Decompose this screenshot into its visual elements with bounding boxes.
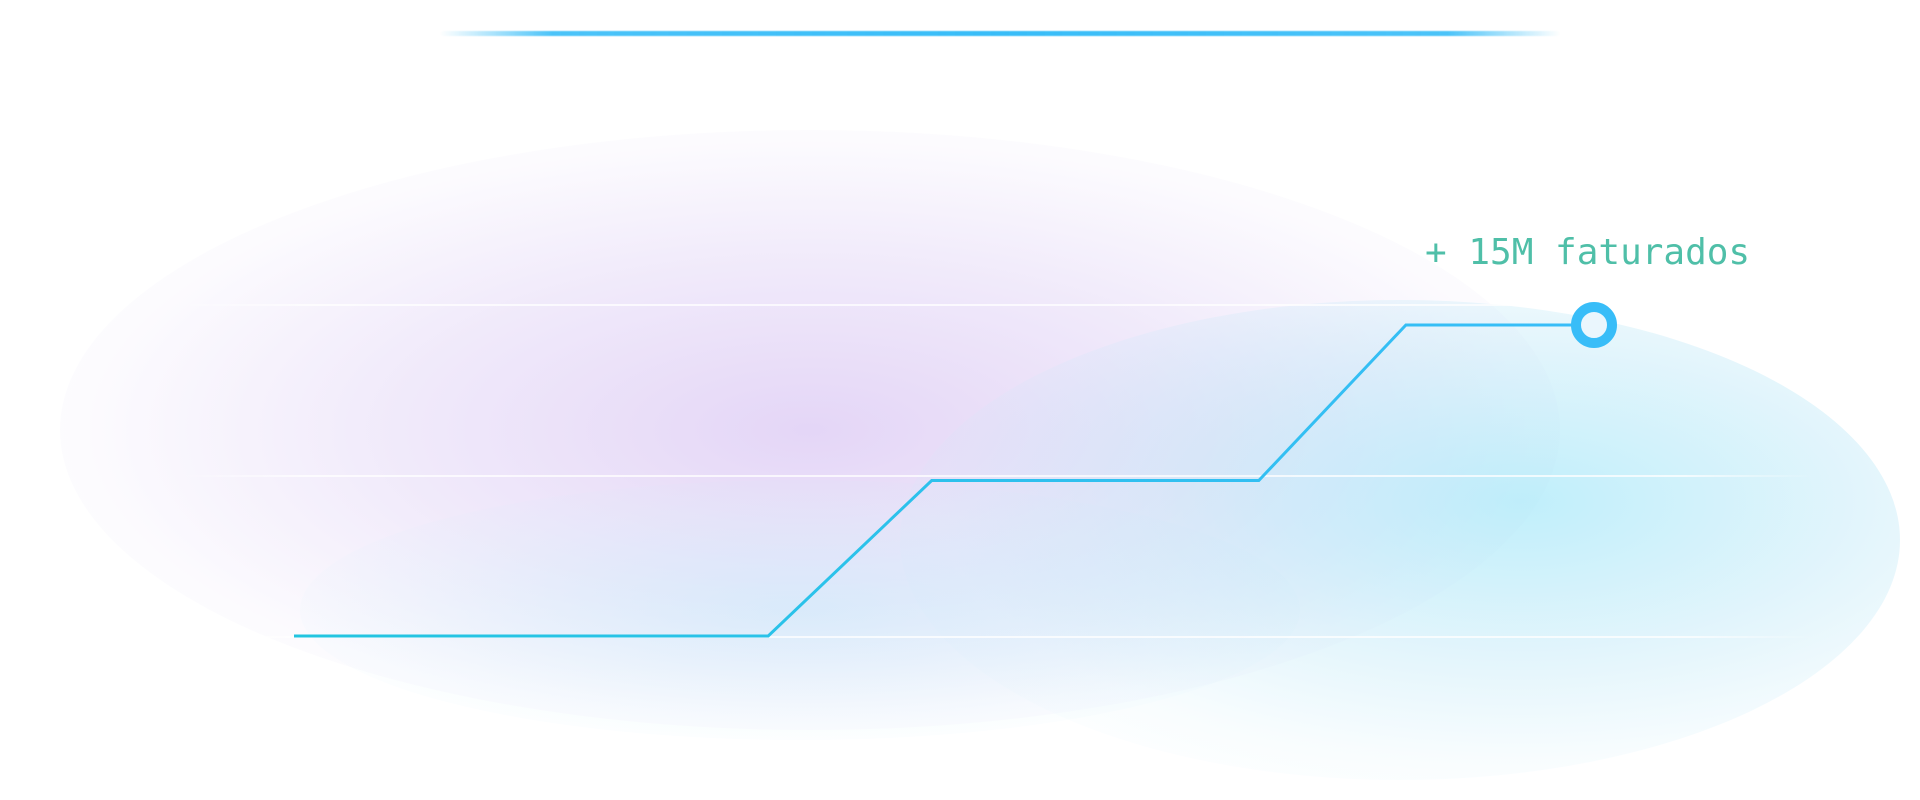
series-layer [293,302,1617,638]
annotation-label: + 15M faturados [1425,232,1751,273]
series-line-0 [294,323,1594,638]
chart-plot [293,302,1617,638]
data-point [1404,324,1407,327]
data-point [767,635,770,638]
chart-canvas: + 15M faturados [0,0,1920,800]
end-point-marker [1571,302,1617,348]
data-point [1257,479,1260,482]
data-point [930,479,933,482]
data-point [293,635,296,638]
